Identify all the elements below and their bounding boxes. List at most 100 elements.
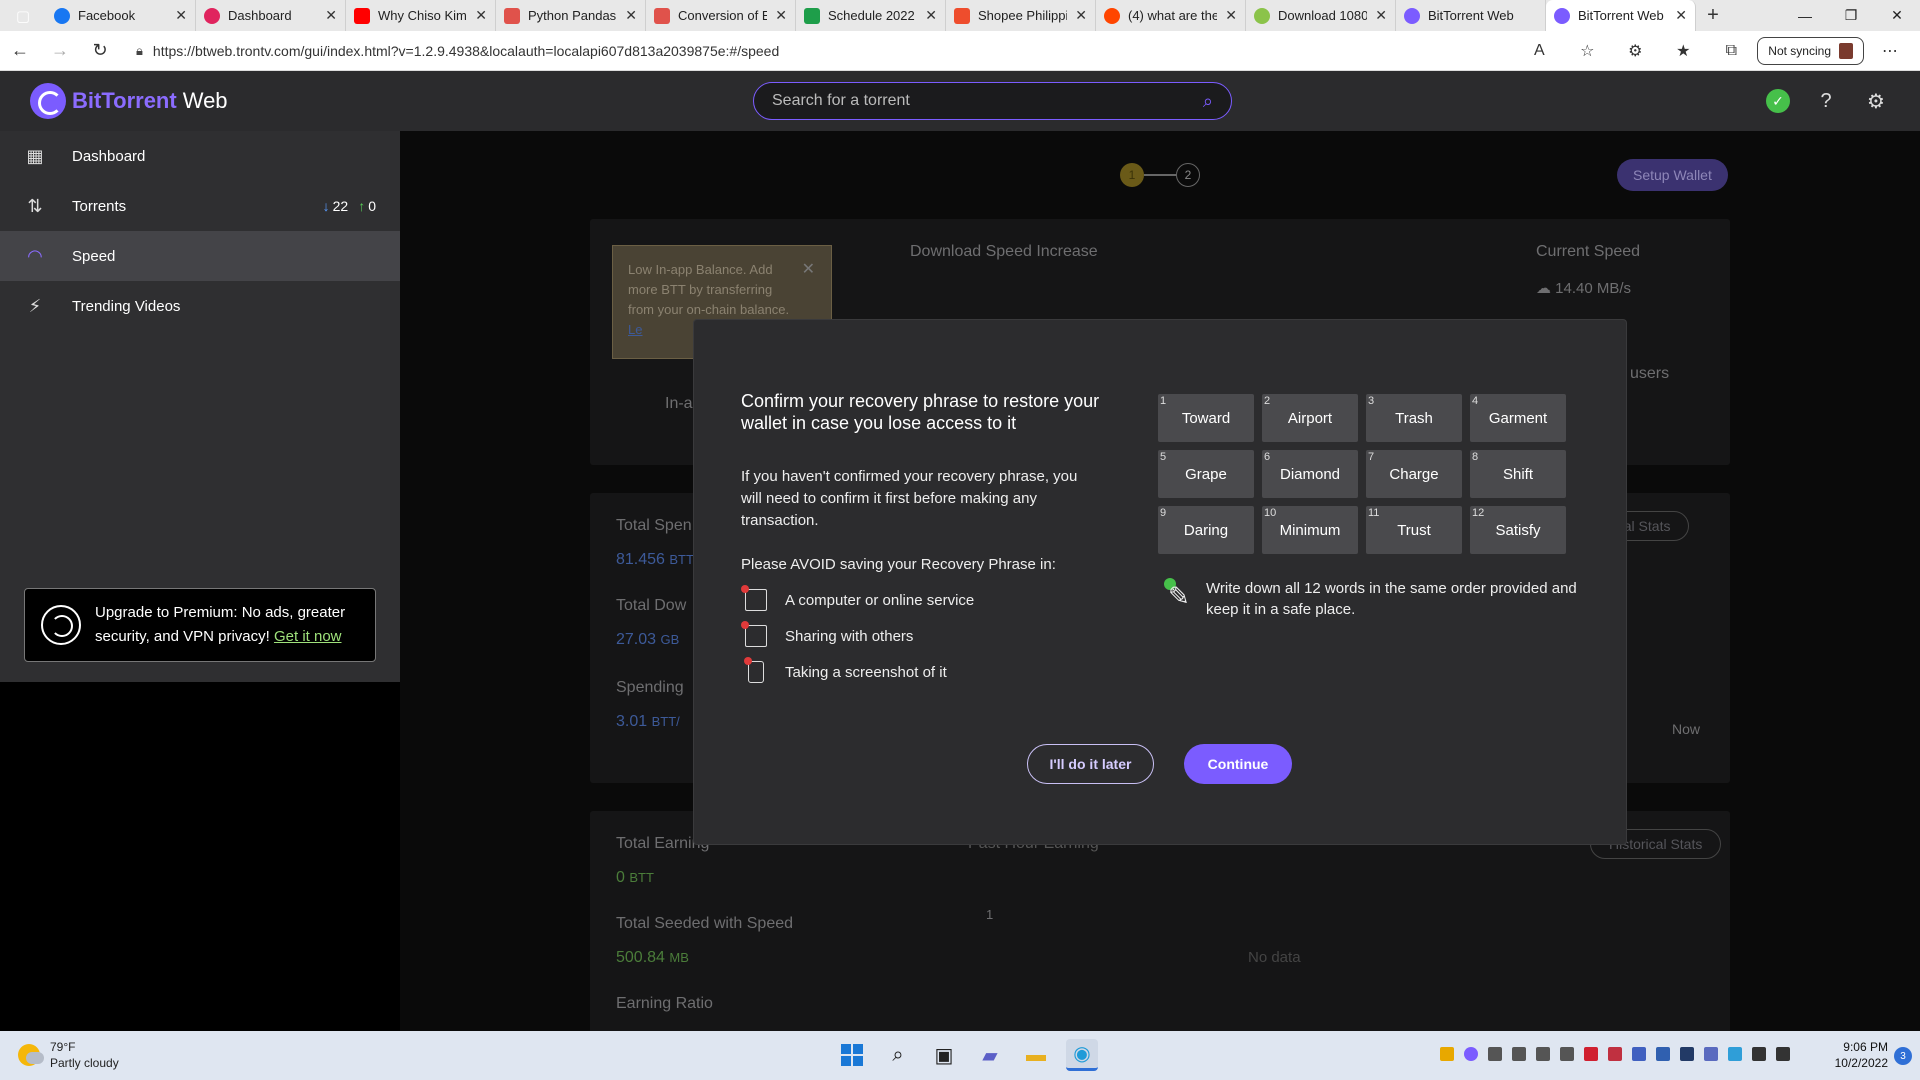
favorite-add-icon[interactable]: ☆ bbox=[1565, 34, 1609, 68]
back-icon[interactable]: ← bbox=[0, 31, 40, 71]
word-text: Diamond bbox=[1279, 465, 1341, 483]
tray-app-icon[interactable] bbox=[1704, 1047, 1718, 1061]
notification-badge[interactable]: 3 bbox=[1894, 1047, 1912, 1065]
tray-app-icon[interactable] bbox=[1464, 1047, 1478, 1061]
restore-icon[interactable]: ❐ bbox=[1828, 0, 1874, 31]
clock[interactable]: 9:06 PM 10/2/2022 bbox=[1835, 1039, 1888, 1071]
browser-tab[interactable]: BitTorrent Web bbox=[1396, 0, 1546, 31]
close-tab-icon[interactable]: ✕ bbox=[625, 7, 637, 24]
youtube-icon bbox=[354, 7, 370, 24]
minimize-icon[interactable]: — bbox=[1782, 0, 1828, 31]
tray-app-icon[interactable] bbox=[1728, 1047, 1742, 1061]
tray-app-icon[interactable] bbox=[1584, 1047, 1598, 1061]
favorites-icon[interactable]: ★ bbox=[1661, 34, 1705, 68]
sidebar-item-trending-videos[interactable]: ⚡ Trending Videos bbox=[0, 281, 400, 331]
close-tab-icon[interactable]: ✕ bbox=[925, 7, 937, 24]
tab-title: BitTorrent Web bbox=[1428, 8, 1514, 23]
weather-widget[interactable]: 79°F Partly cloudy bbox=[18, 1039, 119, 1071]
close-tab-icon[interactable]: ✕ bbox=[1675, 7, 1687, 24]
network-icon[interactable] bbox=[1752, 1047, 1766, 1061]
new-tab-icon[interactable]: + bbox=[1696, 0, 1730, 31]
more-icon[interactable]: ⋯ bbox=[1868, 34, 1912, 68]
tray-app-icon[interactable] bbox=[1656, 1047, 1670, 1061]
search-input[interactable] bbox=[772, 92, 1203, 110]
browser-tab[interactable]: Python Pandas ✕ bbox=[496, 0, 646, 31]
sync-button[interactable]: Not syncing bbox=[1757, 36, 1864, 65]
tray-app-icon[interactable] bbox=[1488, 1047, 1502, 1061]
lock-icon[interactable]: 🔒︎ bbox=[136, 43, 143, 59]
tab-title: Schedule 2022 bbox=[828, 8, 915, 23]
tab-title: Shopee Philippi bbox=[978, 8, 1068, 23]
tab-actions-icon[interactable]: ▢ bbox=[0, 0, 46, 31]
browser-tab[interactable]: Dashboard ✕ bbox=[196, 0, 346, 31]
do-it-later-button[interactable]: I'll do it later bbox=[1027, 744, 1154, 784]
setup-wallet-button[interactable]: Setup Wallet bbox=[1617, 159, 1728, 191]
sidebar-item-speed[interactable]: ◠ Speed bbox=[0, 231, 400, 281]
help-icon[interactable]: ? bbox=[1812, 87, 1840, 115]
share-icon bbox=[741, 621, 767, 647]
torrent-search: ⌕ bbox=[753, 82, 1232, 120]
browser-tab[interactable]: Why Chiso Kim ✕ bbox=[346, 0, 496, 31]
browser-tab[interactable]: Conversion of E ✕ bbox=[646, 0, 796, 31]
chart-axis-label: 1 bbox=[986, 907, 994, 922]
tray-app-icon[interactable] bbox=[1512, 1047, 1526, 1061]
word-text: Toward bbox=[1181, 409, 1231, 427]
wallet-steps: 1 2 bbox=[1120, 163, 1200, 187]
tray-app-icon[interactable] bbox=[1560, 1047, 1574, 1061]
close-tab-icon[interactable]: ✕ bbox=[175, 7, 187, 24]
tray-app-icon[interactable] bbox=[1680, 1047, 1694, 1061]
status-check-icon[interactable]: ✓ bbox=[1766, 89, 1790, 113]
read-aloud-icon[interactable]: A bbox=[1517, 34, 1561, 68]
word-number: 1 bbox=[1160, 395, 1167, 407]
tray-app-icon[interactable] bbox=[1632, 1047, 1646, 1061]
transfer-icon: ⇅ bbox=[27, 195, 43, 216]
collections-icon[interactable]: ⧉ bbox=[1709, 34, 1753, 68]
browser-tab-active[interactable]: BitTorrent Web ✕ bbox=[1546, 0, 1696, 31]
close-tab-icon[interactable]: ✕ bbox=[325, 7, 337, 24]
sidebar-item-dashboard[interactable]: ▦ Dashboard bbox=[0, 131, 400, 181]
word-number: 8 bbox=[1472, 451, 1479, 463]
close-icon[interactable]: ✕ bbox=[802, 260, 815, 280]
app-logo[interactable]: BitTorrent Web bbox=[30, 83, 228, 119]
task-view-icon[interactable]: ▣ bbox=[928, 1039, 960, 1071]
continue-button[interactable]: Continue bbox=[1184, 744, 1292, 784]
browser-tab[interactable]: (4) what are the ✕ bbox=[1096, 0, 1246, 31]
browser-tab[interactable]: Download 1080 ✕ bbox=[1246, 0, 1396, 31]
word-text: Charge bbox=[1389, 465, 1439, 483]
close-tab-icon[interactable]: ✕ bbox=[775, 7, 787, 24]
forward-icon[interactable]: → bbox=[40, 31, 80, 71]
sidebar-item-torrents[interactable]: ⇅ Torrents ↓ 22 ↑ 0 bbox=[0, 181, 400, 231]
refresh-icon[interactable]: ↻ bbox=[80, 31, 120, 71]
volume-icon[interactable] bbox=[1776, 1047, 1790, 1061]
close-tab-icon[interactable]: ✕ bbox=[1225, 7, 1237, 24]
avoid-item-label: A computer or online service bbox=[785, 591, 975, 609]
sync-label: Not syncing bbox=[1768, 43, 1831, 58]
get-premium-link[interactable]: Get it now bbox=[274, 628, 342, 645]
chat-icon[interactable]: ▰ bbox=[974, 1039, 1006, 1071]
total-earning-value: 0 BTT bbox=[616, 869, 654, 887]
start-icon[interactable] bbox=[836, 1039, 868, 1071]
low-balance-text: Low In-app Balance. Add more BTT by tran… bbox=[628, 262, 790, 317]
browser-tab[interactable]: Shopee Philippi ✕ bbox=[946, 0, 1096, 31]
tray-app-icon[interactable] bbox=[1536, 1047, 1550, 1061]
learn-more-link[interactable]: Le bbox=[628, 322, 642, 337]
close-tab-icon[interactable]: ✕ bbox=[1375, 7, 1387, 24]
sidebar-item-label: Torrents bbox=[72, 197, 127, 215]
browser-tab-strip: ▢ Facebook ✕ Dashboard ✕ Why Chiso Kim ✕ Py… bbox=[0, 0, 1920, 31]
tray-app-icon[interactable] bbox=[1440, 1047, 1454, 1061]
extensions-icon[interactable]: ⚙ bbox=[1613, 34, 1657, 68]
settings-gear-icon[interactable]: ⚙ bbox=[1862, 87, 1890, 115]
upload-count: ↑ 0 bbox=[358, 198, 376, 214]
close-tab-icon[interactable]: ✕ bbox=[1075, 7, 1087, 24]
close-tab-icon[interactable]: ✕ bbox=[475, 7, 487, 24]
search-icon[interactable]: ⌕ bbox=[882, 1039, 914, 1071]
file-explorer-icon[interactable]: ▬ bbox=[1020, 1039, 1052, 1071]
close-window-icon[interactable]: ✕ bbox=[1874, 0, 1920, 31]
browser-tab[interactable]: Schedule 2022 ✕ bbox=[796, 0, 946, 31]
browser-tab[interactable]: Facebook ✕ bbox=[46, 0, 196, 31]
tray-app-icon[interactable] bbox=[1608, 1047, 1622, 1061]
recovery-phrase-modal: Confirm your recovery phrase to restore … bbox=[694, 320, 1626, 844]
url-field[interactable]: 🔒︎ https://btweb.trontv.com/gui/index.ht… bbox=[128, 36, 1508, 66]
search-icon[interactable]: ⌕ bbox=[1203, 91, 1213, 112]
edge-icon[interactable]: ◉ bbox=[1066, 1039, 1098, 1071]
